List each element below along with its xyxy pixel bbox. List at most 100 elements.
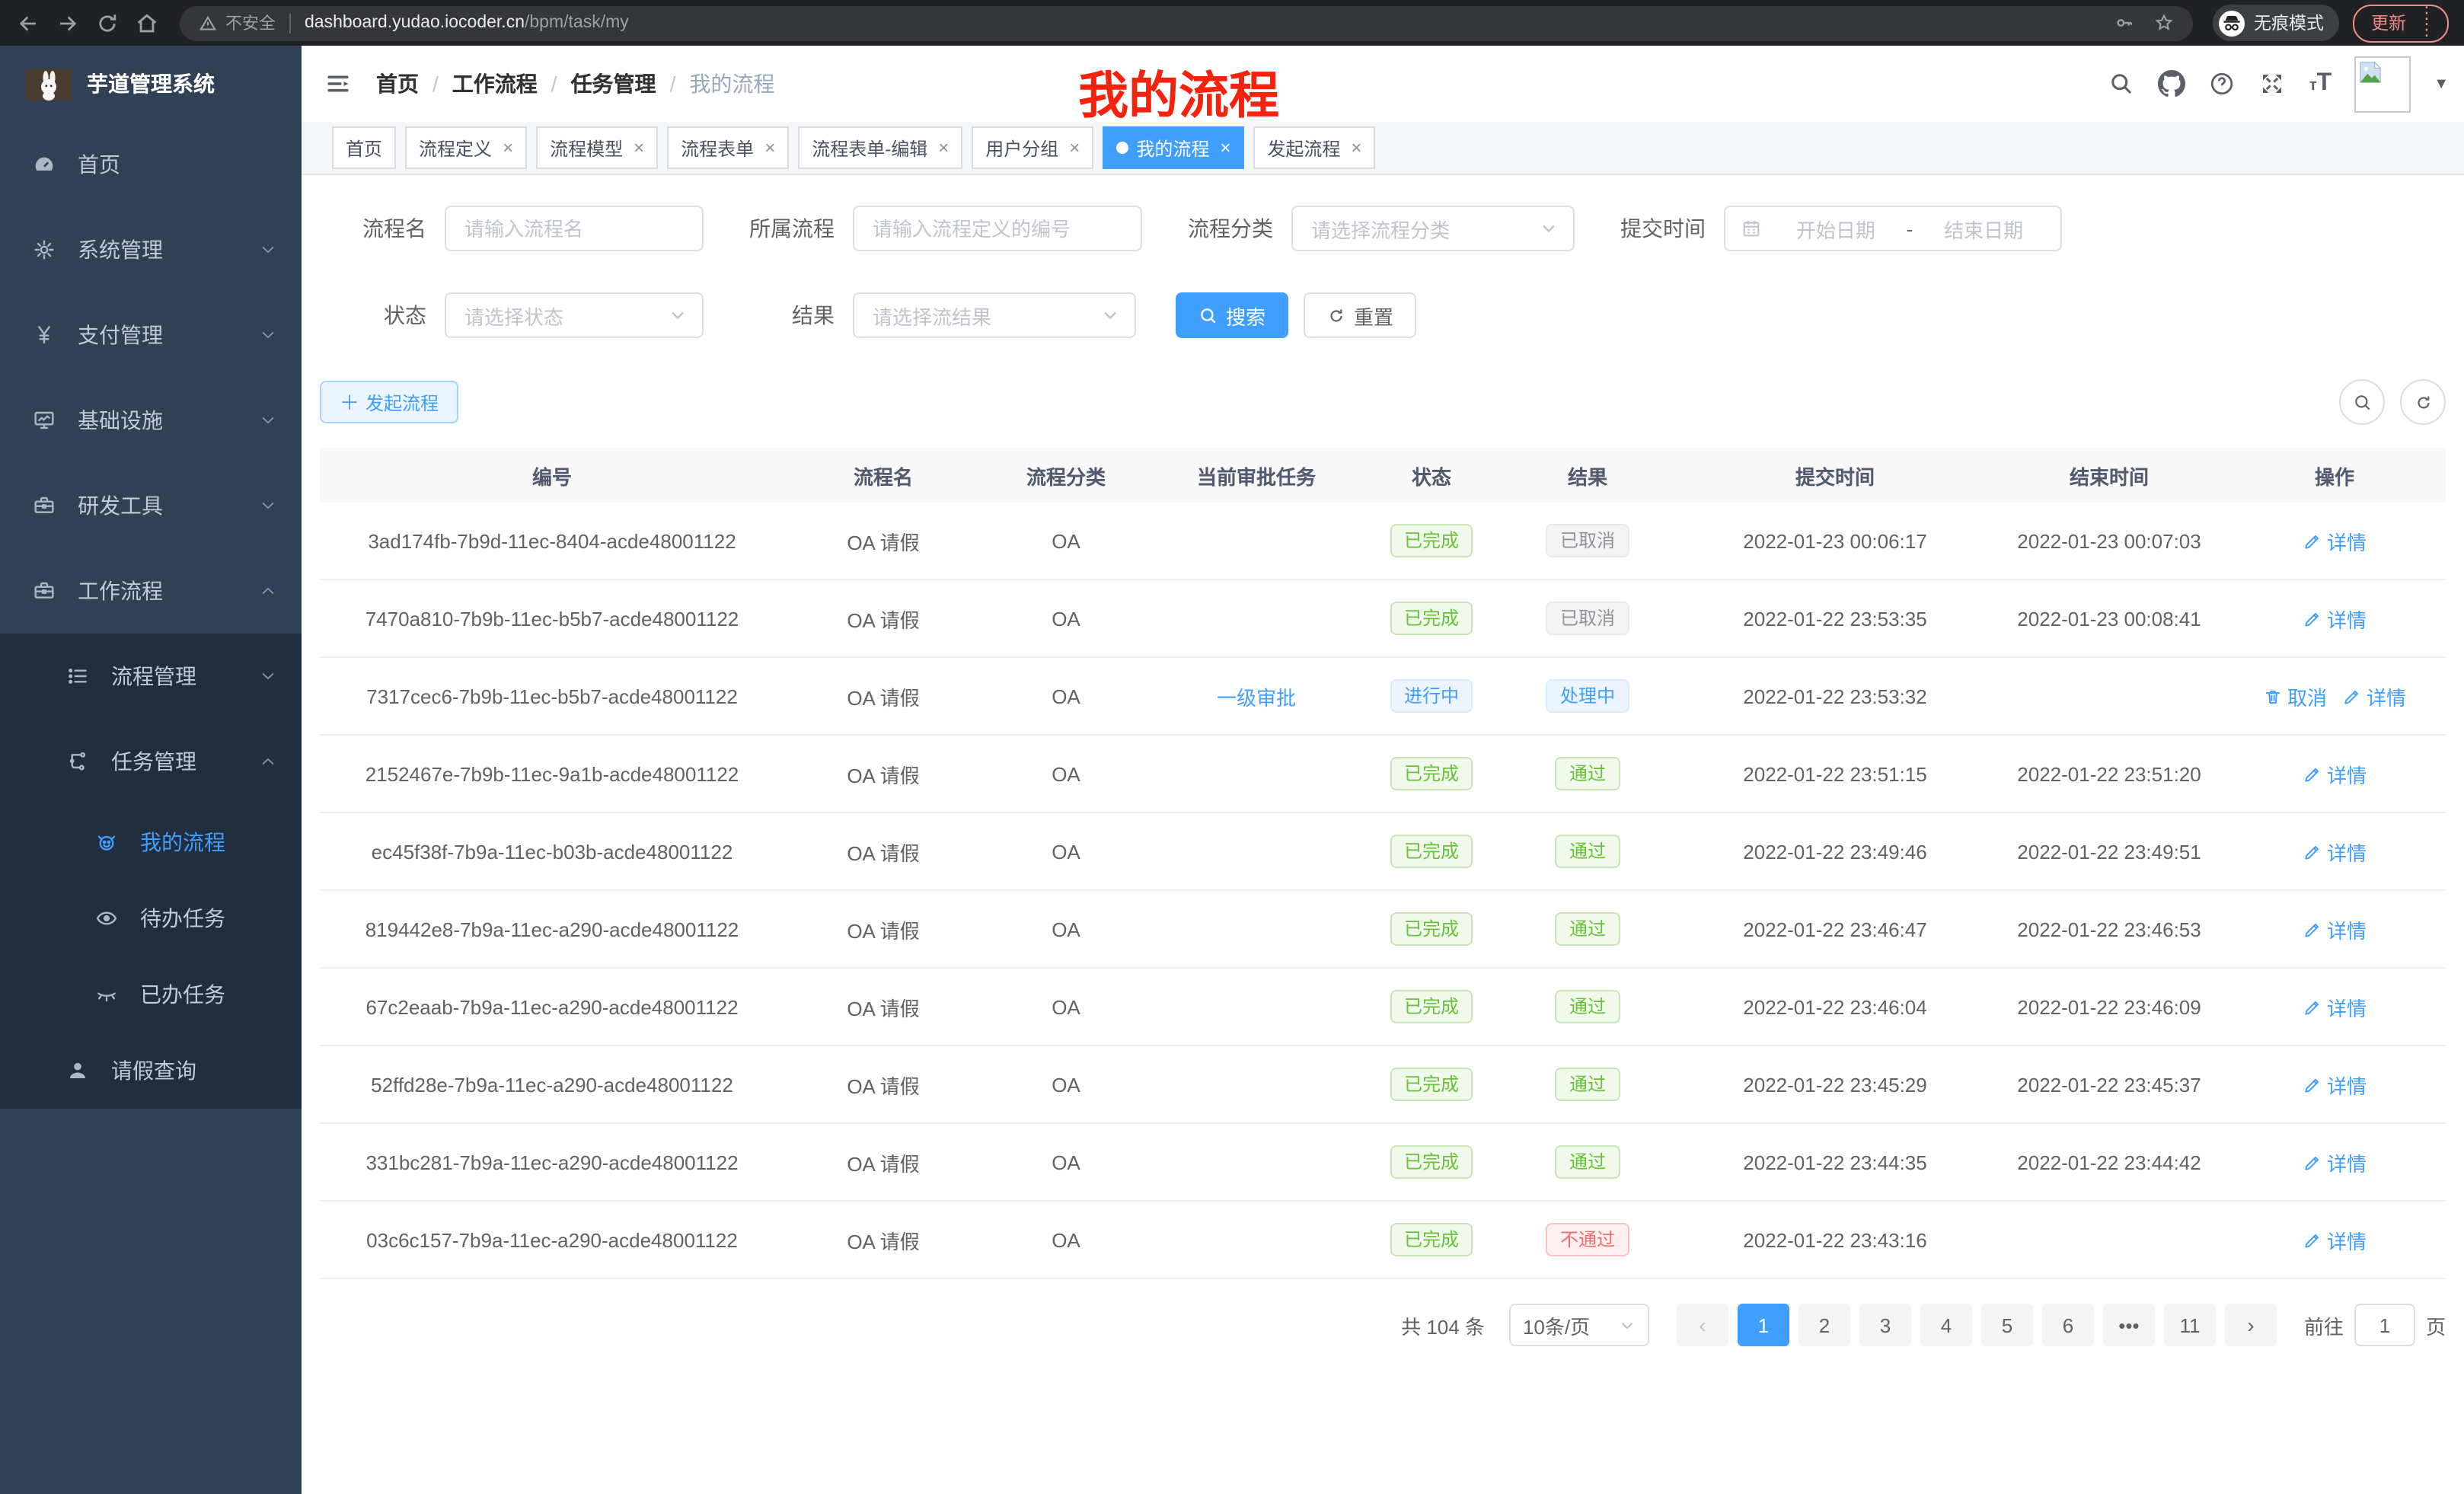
sidebar-item-home[interactable]: 首页	[0, 122, 302, 207]
detail-link[interactable]: 详情	[2303, 1148, 2367, 1176]
sidebar: 芋道管理系统 首页系统管理支付管理基础设施研发工具工作流程流程管理任务管理我的流…	[0, 46, 302, 1494]
next-page-button[interactable]: ›	[2225, 1304, 2277, 1346]
pagination-total: 共 104 条	[1401, 1310, 1485, 1339]
font-size-icon[interactable]: тT	[2309, 72, 2332, 96]
filter-result-select[interactable]: 请选择流结果	[853, 292, 1136, 338]
caret-down-icon[interactable]: ▼	[2434, 75, 2449, 92]
sidebar-item-workflow[interactable]: 工作流程	[0, 548, 302, 634]
bookmark-star-icon[interactable]	[2153, 12, 2175, 34]
detail-link[interactable]: 详情	[2303, 604, 2367, 633]
sidebar-item-todo-task[interactable]: 待办任务	[0, 880, 302, 956]
page-button-6[interactable]: 6	[2042, 1304, 2094, 1346]
more-pages-button[interactable]: •••	[2103, 1304, 2155, 1346]
tab-用户分组[interactable]: 用户分组×	[972, 126, 1093, 169]
forward-icon[interactable]	[55, 10, 81, 36]
update-button[interactable]: 更新 ⋮⋮	[2353, 4, 2449, 42]
address-bar[interactable]: 不安全 dashboard.yudao.iocoder.cn/bpm/task/…	[180, 5, 2193, 40]
search-icon[interactable]	[2108, 70, 2136, 97]
close-icon[interactable]: ×	[1348, 139, 1361, 157]
tab-流程定义[interactable]: 流程定义×	[405, 126, 527, 169]
hamburger-icon[interactable]	[324, 72, 352, 96]
task-link[interactable]: 一级审批	[1217, 682, 1296, 710]
refresh-table-button[interactable]	[2400, 379, 2446, 425]
browser-menu-icon[interactable]: ⋮⋮	[2418, 6, 2435, 40]
page-button-3[interactable]: 3	[1859, 1304, 1911, 1346]
tab-我的流程[interactable]: 我的流程×	[1103, 126, 1244, 169]
tab-发起流程[interactable]: 发起流程×	[1253, 126, 1375, 169]
column-header-end: 结束时间	[1995, 448, 2223, 503]
cell-status: 已完成	[1363, 812, 1500, 890]
filter-status-select[interactable]: 请选择状态	[445, 292, 704, 338]
close-icon[interactable]: ×	[1066, 139, 1080, 157]
breadcrumb-item[interactable]: 工作流程	[452, 69, 538, 99]
table-row: 3ad174fb-7b9d-11ec-8404-acde48001122OA 请…	[320, 503, 2446, 579]
breadcrumb: 首页/工作流程/任务管理/我的流程	[376, 69, 774, 99]
tab-流程表单[interactable]: 流程表单×	[667, 126, 789, 169]
avatar[interactable]	[2354, 56, 2411, 112]
home-icon[interactable]	[134, 10, 160, 36]
cancel-link[interactable]: 取消	[2263, 682, 2327, 710]
create-process-button[interactable]: ＋ 发起流程	[320, 381, 458, 423]
filter-name-input[interactable]	[445, 206, 704, 251]
detail-link[interactable]: 详情	[2342, 682, 2406, 710]
cell-result: 通过	[1500, 890, 1675, 968]
cell-category: OA	[982, 890, 1150, 968]
toggle-search-button[interactable]	[2339, 379, 2385, 425]
search-button[interactable]: 搜索	[1176, 292, 1288, 338]
close-icon[interactable]: ×	[630, 139, 644, 157]
incognito-label: 无痕模式	[2254, 11, 2324, 35]
sidebar-item-leave-query[interactable]: 请假查询	[0, 1033, 302, 1109]
tab-流程模型[interactable]: 流程模型×	[536, 126, 658, 169]
list-icon	[65, 664, 90, 688]
sidebar-item-payment[interactable]: 支付管理	[0, 292, 302, 378]
sidebar-item-my-process[interactable]: 我的流程	[0, 804, 302, 880]
breadcrumb-item[interactable]: 任务管理	[571, 69, 656, 99]
help-icon[interactable]	[2209, 70, 2236, 97]
sidebar-item-system[interactable]: 系统管理	[0, 207, 302, 292]
reload-icon[interactable]	[94, 10, 120, 36]
close-icon[interactable]: ×	[761, 139, 775, 157]
status-badge: 进行中	[1390, 679, 1473, 713]
page-button-4[interactable]: 4	[1920, 1304, 1972, 1346]
reset-button[interactable]: 重置	[1304, 292, 1416, 338]
close-icon[interactable]: ×	[1217, 139, 1230, 157]
sidebar-item-task-mgmt[interactable]: 任务管理	[0, 719, 302, 804]
breadcrumb-item[interactable]: 首页	[376, 69, 419, 99]
page-button-2[interactable]: 2	[1799, 1304, 1850, 1346]
table-row: 03c6c157-7b9a-11ec-a290-acde48001122OA 请…	[320, 1201, 2446, 1279]
back-icon[interactable]	[15, 10, 41, 36]
detail-link[interactable]: 详情	[2303, 992, 2367, 1021]
detail-link[interactable]: 详情	[2303, 759, 2367, 788]
fullscreen-icon[interactable]	[2259, 70, 2287, 97]
close-icon[interactable]: ×	[935, 139, 949, 157]
detail-link[interactable]: 详情	[2303, 526, 2367, 555]
page-button-1[interactable]: 1	[1738, 1304, 1789, 1346]
detail-link[interactable]: 详情	[2303, 837, 2367, 866]
sidebar-item-done-task[interactable]: 已办任务	[0, 956, 302, 1033]
detail-link[interactable]: 详情	[2303, 1225, 2367, 1254]
cell-status: 已完成	[1363, 890, 1500, 968]
detail-link[interactable]: 详情	[2303, 1070, 2367, 1099]
cell-category: OA	[982, 1045, 1150, 1123]
sidebar-item-process-mgmt[interactable]: 流程管理	[0, 634, 302, 719]
app-logo-row[interactable]: 芋道管理系统	[0, 46, 302, 122]
tab-首页[interactable]: 首页	[332, 126, 396, 169]
detail-link[interactable]: 详情	[2303, 915, 2367, 943]
tab-流程表单-编辑[interactable]: 流程表单-编辑×	[798, 126, 962, 169]
github-icon[interactable]	[2159, 70, 2186, 97]
cell-start-time: 2022-01-22 23:51:15	[1675, 735, 1995, 812]
table-row: 7317cec6-7b9b-11ec-b5b7-acde48001122OA 请…	[320, 657, 2446, 735]
page-size-select[interactable]: 10条/页	[1509, 1304, 1649, 1346]
sidebar-item-infra[interactable]: 基础设施	[0, 378, 302, 463]
key-icon[interactable]	[2114, 12, 2135, 34]
filter-category-select[interactable]: 请选择流程分类	[1291, 206, 1575, 251]
goto-page-input[interactable]	[2354, 1304, 2415, 1346]
close-icon[interactable]: ×	[500, 139, 513, 157]
page-button-5[interactable]: 5	[1981, 1304, 2033, 1346]
filter-date-range[interactable]: 开始日期 - 结束日期	[1724, 206, 2062, 251]
filter-process-input[interactable]	[853, 206, 1142, 251]
sidebar-item-dev-tools[interactable]: 研发工具	[0, 463, 302, 548]
cell-operations: 详情	[2223, 968, 2446, 1045]
prev-page-button[interactable]: ‹	[1677, 1304, 1728, 1346]
page-button-11[interactable]: 11	[2164, 1304, 2216, 1346]
